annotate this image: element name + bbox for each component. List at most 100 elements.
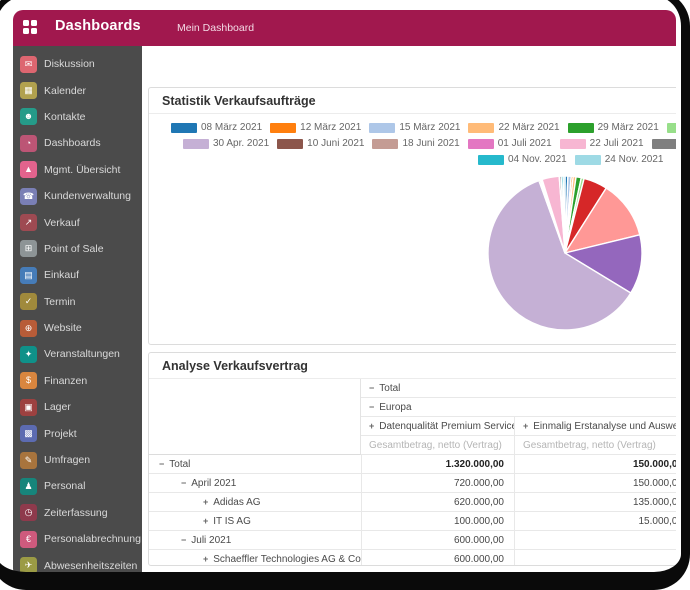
sidebar-item-lager[interactable]: ▣Lager bbox=[13, 394, 142, 420]
legend-label: 15 März 2021 bbox=[399, 122, 460, 133]
pivot-row-header[interactable]: −Juli 2021 bbox=[149, 531, 361, 549]
table-card-title: Analyse Verkaufsvertrag bbox=[149, 353, 676, 379]
pivot-row-header[interactable]: + IT IS AG bbox=[149, 512, 361, 530]
pivot-row-header[interactable]: −Total bbox=[149, 455, 361, 473]
expand-icon[interactable]: + bbox=[203, 497, 208, 507]
pivot-column-label: Datenqualität Premium Service bbox=[379, 421, 514, 432]
truck-icon: ▣ bbox=[20, 399, 37, 416]
sidebar-item-label: Point of Sale bbox=[44, 243, 104, 255]
pivot-row-label: IT IS AG bbox=[213, 516, 251, 527]
sidebar-item-point-of-sale[interactable]: ⊞ Point of Sale bbox=[13, 236, 142, 262]
pivot-value-cell: 720.000,00 bbox=[361, 474, 514, 492]
legend-swatch bbox=[575, 155, 601, 165]
pivot-colgroup-total[interactable]: −Total bbox=[361, 379, 676, 398]
globe-icon: ⊕ bbox=[20, 320, 37, 337]
sidebar-item-personal[interactable]: ♟Personal bbox=[13, 473, 142, 499]
expand-icon[interactable]: + bbox=[523, 421, 528, 431]
legend-item[interactable]: 15 März 2021 bbox=[369, 122, 460, 133]
legend-swatch bbox=[468, 123, 494, 133]
sidebar-item-veranstaltungen[interactable]: ✦Veranstaltungen bbox=[13, 341, 142, 367]
sidebar-item-kundenverwaltung[interactable]: ☎Kundenverwaltung bbox=[13, 183, 142, 209]
pivot-row-header[interactable]: −April 2021 bbox=[149, 474, 361, 492]
legend-item[interactable]: 04 Nov. 2021 bbox=[478, 154, 567, 165]
pivot-value-cell: 600.000,00 bbox=[361, 550, 514, 566]
legend-item[interactable]: 22 Juli 2021 bbox=[560, 138, 644, 149]
sidebar-item-label: Termin bbox=[44, 296, 76, 308]
sidebar-item-verkauf[interactable]: ↗Verkauf bbox=[13, 209, 142, 235]
pivot-row-header[interactable]: +Schaeffler Technologies AG & Co. KG bbox=[149, 550, 361, 566]
sidebar-item-mgmt-uebersicht[interactable]: ▲Mgmt. Übersicht bbox=[13, 157, 142, 183]
sidebar-item-personalabrechnung[interactable]: €Personalabrechnung bbox=[13, 526, 142, 552]
sidebar-item-umfragen[interactable]: ✎ Umfragen bbox=[13, 447, 142, 473]
pivot-value-cell bbox=[514, 531, 676, 549]
chart-icon: ▲ bbox=[20, 161, 37, 178]
legend-swatch bbox=[478, 155, 504, 165]
apps-grid-icon[interactable] bbox=[23, 20, 38, 35]
sidebar-item-abwesenheitszeiten[interactable]: ✈Abwesenheitszeiten bbox=[13, 552, 142, 573]
legend-item[interactable]: 23 Juli 2021 bbox=[652, 138, 676, 149]
sidebar-item-zeiterfassung[interactable]: ◷Zeiterfassung bbox=[13, 500, 142, 526]
sidebar-item-label: Kundenverwaltung bbox=[44, 190, 131, 202]
legend-item[interactable]: 12 März 2021 bbox=[270, 122, 361, 133]
sidebar-item-label: Einkauf bbox=[44, 269, 79, 281]
pivot-colgroup-europa[interactable]: −Europa bbox=[361, 398, 676, 417]
collapse-icon[interactable]: − bbox=[181, 535, 186, 545]
pivot-column-headers: −Total−Europa + Datenqualität Premium Serv… bbox=[361, 379, 676, 455]
sidebar-item-kalender[interactable]: ▦Kalender bbox=[13, 77, 142, 103]
legend-item[interactable]: 08 März 2021 bbox=[171, 122, 262, 133]
purchase-icon: ▤ bbox=[20, 267, 37, 284]
main-content: Statistik Verkaufsaufträge 08 März 20211… bbox=[142, 46, 676, 573]
pivot-measure-label: Gesamtbetrag, netto (Vertrag) bbox=[361, 436, 514, 454]
legend-item[interactable]: 24 Nov. 2021 bbox=[575, 154, 664, 165]
legend-swatch bbox=[568, 123, 594, 133]
sidebar-item-projekt[interactable]: ▩Projekt bbox=[13, 420, 142, 446]
legend-swatch bbox=[560, 139, 586, 149]
app-title: Dashboards bbox=[55, 18, 141, 34]
legend-item[interactable]: 30 Apr. 2021 bbox=[183, 138, 269, 149]
pivot-row: +Schaeffler Technologies AG & Co. KG600.… bbox=[149, 550, 676, 566]
sidebar-item-dashboards[interactable]: ◔Dashboards bbox=[13, 130, 142, 156]
pivot-value-cell: 100.000,00 bbox=[361, 512, 514, 530]
menu-item-mein-dashboard[interactable]: Mein Dashboard bbox=[177, 22, 254, 34]
sidebar-item-kontakte[interactable]: ☻Kontakte bbox=[13, 104, 142, 130]
invoice-icon: $ bbox=[20, 372, 37, 389]
gauge-icon: ◔ bbox=[20, 135, 37, 152]
pivot-row-label: Juli 2021 bbox=[191, 535, 231, 546]
collapse-icon[interactable]: − bbox=[159, 459, 164, 469]
legend-swatch bbox=[372, 139, 398, 149]
sidebar-item-label: Website bbox=[44, 322, 82, 334]
survey-pencil-icon: ✎ bbox=[20, 452, 37, 469]
legend-label: 24 Nov. 2021 bbox=[605, 154, 664, 165]
sidebar-item-website[interactable]: ⊕ Website bbox=[13, 315, 142, 341]
legend-item[interactable]: 05 Apr. 2021 bbox=[667, 122, 676, 133]
pivot-column-header[interactable]: +Einmalig Erstanalyse und Auswertung bbox=[514, 417, 676, 435]
cash-register-icon: ⊞ bbox=[20, 240, 37, 257]
collapse-icon[interactable]: − bbox=[181, 478, 186, 488]
legend-item[interactable]: 22 März 2021 bbox=[468, 122, 559, 133]
pivot-column-header[interactable]: + Datenqualität Premium Service bbox=[361, 417, 514, 435]
pivot-value-cell: 15.000,00 bbox=[514, 512, 676, 530]
sidebar-item-diskussion[interactable]: ✉Diskussion bbox=[13, 51, 142, 77]
calendar-icon: ▦ bbox=[20, 82, 37, 99]
pivot-table: −Total−Europa+Datenqualität Premium Serv… bbox=[149, 379, 676, 566]
card-analyse-verkaufsvertrag: Analyse Verkaufsvertrag −Total−Europa+Da… bbox=[148, 352, 676, 566]
legend-item[interactable]: 29 März 2021 bbox=[568, 122, 659, 133]
sidebar-item-label: Personal bbox=[44, 480, 85, 492]
collapse-icon[interactable]: − bbox=[369, 383, 374, 393]
expand-icon[interactable]: + bbox=[203, 516, 208, 526]
legend-item[interactable]: 01 Juli 2021 bbox=[468, 138, 552, 149]
pivot-row: −Total1.320.000,00150.000,00 bbox=[149, 455, 676, 474]
sidebar-item-label: Umfragen bbox=[44, 454, 90, 466]
pivot-row-header[interactable]: + Adidas AG bbox=[149, 493, 361, 511]
stopwatch-icon: ◷ bbox=[20, 504, 37, 521]
sidebar-item-einkauf[interactable]: ▤ Einkauf bbox=[13, 262, 142, 288]
sidebar-item-termin[interactable]: ✓Termin bbox=[13, 289, 142, 315]
expand-icon[interactable]: + bbox=[203, 554, 208, 564]
legend-item[interactable]: 18 Juni 2021 bbox=[372, 138, 459, 149]
pivot-row-label: Adidas AG bbox=[213, 497, 260, 508]
expand-icon[interactable]: + bbox=[369, 421, 374, 431]
collapse-icon[interactable]: − bbox=[369, 402, 374, 412]
legend-item[interactable]: 10 Juni 2021 bbox=[277, 138, 364, 149]
sidebar-item-finanzen[interactable]: $Finanzen bbox=[13, 368, 142, 394]
pie-chart bbox=[486, 174, 644, 332]
